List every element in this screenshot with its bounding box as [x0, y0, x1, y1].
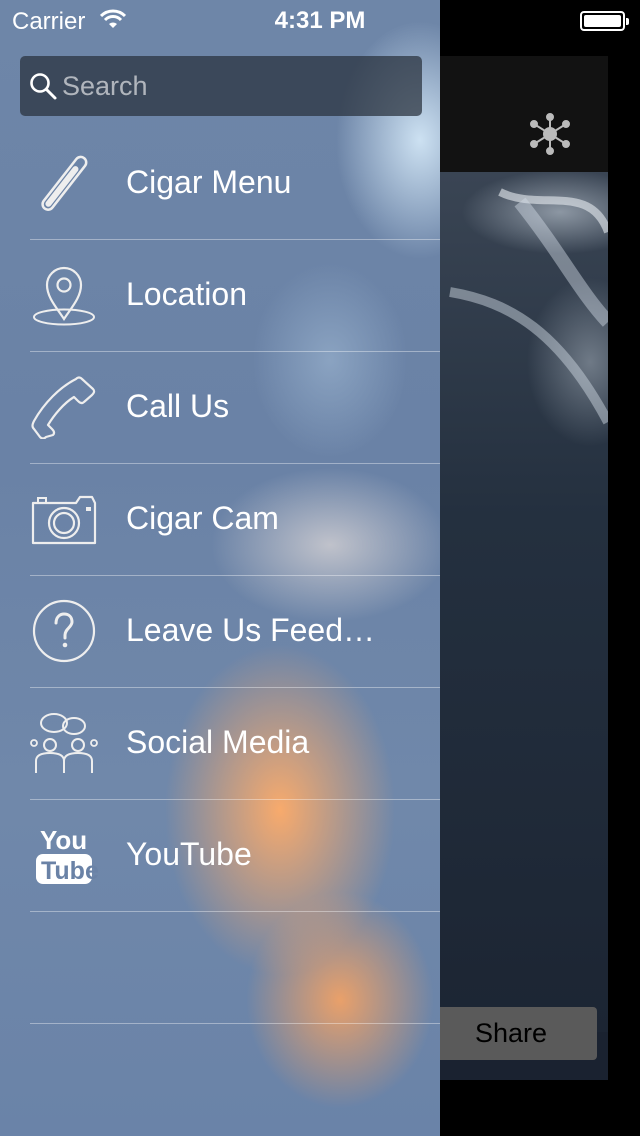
camera-icon [31, 495, 97, 545]
smoke-background-image [440, 172, 608, 1032]
question-icon [32, 599, 96, 663]
youtube-icon: You Tube [36, 825, 98, 885]
menu-item-label: Leave Us Feed… [126, 612, 376, 648]
svg-text:Tube: Tube [41, 857, 98, 885]
menu-item-label: Location [126, 276, 247, 312]
menu-item-cigar-cam[interactable]: Cigar Cam [30, 464, 440, 576]
menu-item-label: Cigar Menu [126, 164, 292, 200]
search-icon [30, 73, 57, 100]
location-pin-icon [33, 266, 95, 326]
cigar-icon [41, 155, 88, 211]
hub-icon[interactable] [528, 112, 572, 156]
status-time: 4:31 PM [274, 7, 366, 34]
share-button[interactable]: Share [440, 1007, 597, 1060]
search-input[interactable] [58, 55, 422, 117]
menu-item-social-media[interactable]: Social Media [30, 688, 440, 800]
phone-icon [31, 376, 96, 439]
menu-item-leave-us-feedback[interactable]: Leave Us Feed… [30, 576, 440, 688]
side-menu-panel: Cigar Menu Location Call Us [0, 0, 440, 1136]
search-bar[interactable] [20, 55, 422, 117]
svg-text:You: You [40, 825, 87, 855]
menu-item-label: Cigar Cam [126, 500, 279, 536]
battery-icon [580, 11, 629, 31]
people-chat-icon [30, 713, 98, 773]
menu-item-label: Call Us [126, 388, 230, 424]
menu-list: Cigar Menu Location Call Us Cigar Cam Le… [0, 128, 440, 1024]
menu-item-cigar-menu[interactable]: Cigar Menu [30, 128, 440, 240]
menu-item-empty [30, 912, 440, 1024]
status-bar: Carrier 4:31 PM [0, 0, 640, 40]
menu-item-location[interactable]: Location [30, 240, 440, 352]
content-header [440, 56, 608, 172]
menu-item-label: YouTube [126, 836, 252, 872]
menu-item-label: Social Media [126, 724, 310, 760]
menu-item-youtube[interactable]: You Tube YouTube [30, 800, 440, 912]
menu-item-call-us[interactable]: Call Us [30, 352, 440, 464]
content-screen: Share [440, 56, 608, 1080]
